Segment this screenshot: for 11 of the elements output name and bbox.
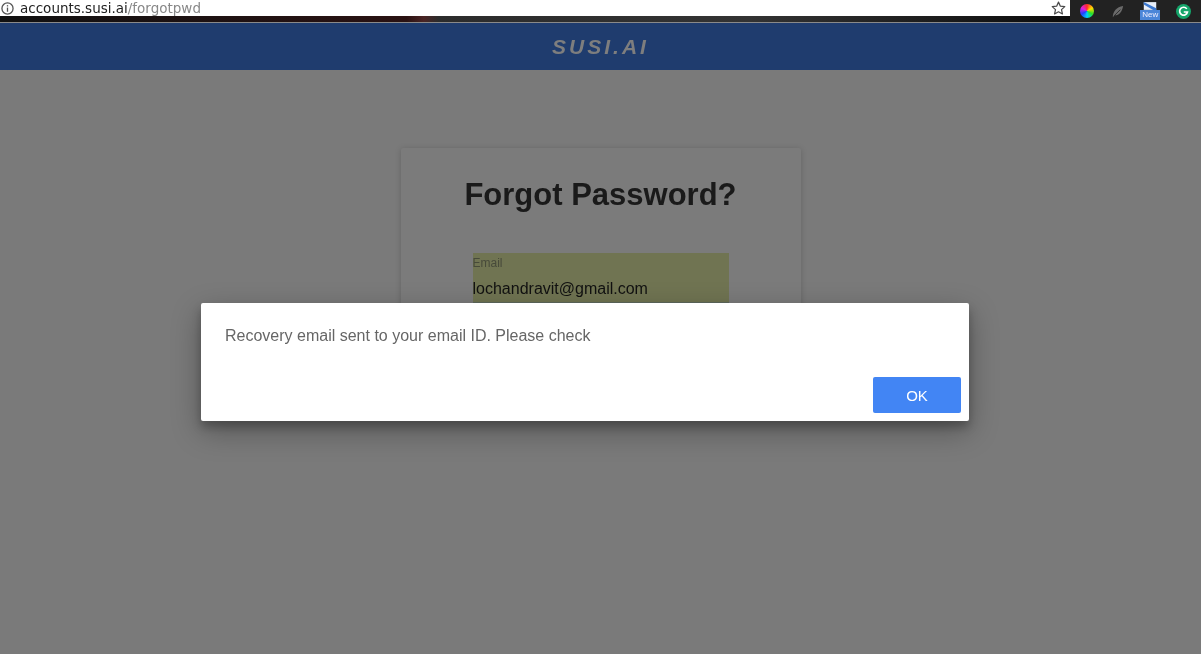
logo[interactable]: SUSI.AI	[552, 35, 649, 58]
page-title: Forgot Password?	[464, 176, 737, 214]
new-badge: New	[1140, 10, 1161, 20]
star-icon[interactable]	[1051, 0, 1066, 16]
color-wheel-icon[interactable]	[1079, 4, 1094, 18]
document-icon[interactable]	[1143, 2, 1158, 10]
info-icon[interactable]	[1, 1, 14, 15]
url-text[interactable]: accounts.susi.ai/forgotpwd	[20, 0, 201, 16]
dialog-message: Recovery email sent to your email ID. Please check	[225, 326, 592, 346]
ok-button[interactable]: OK	[873, 377, 961, 413]
circular-arrow-icon[interactable]	[1176, 3, 1192, 19]
